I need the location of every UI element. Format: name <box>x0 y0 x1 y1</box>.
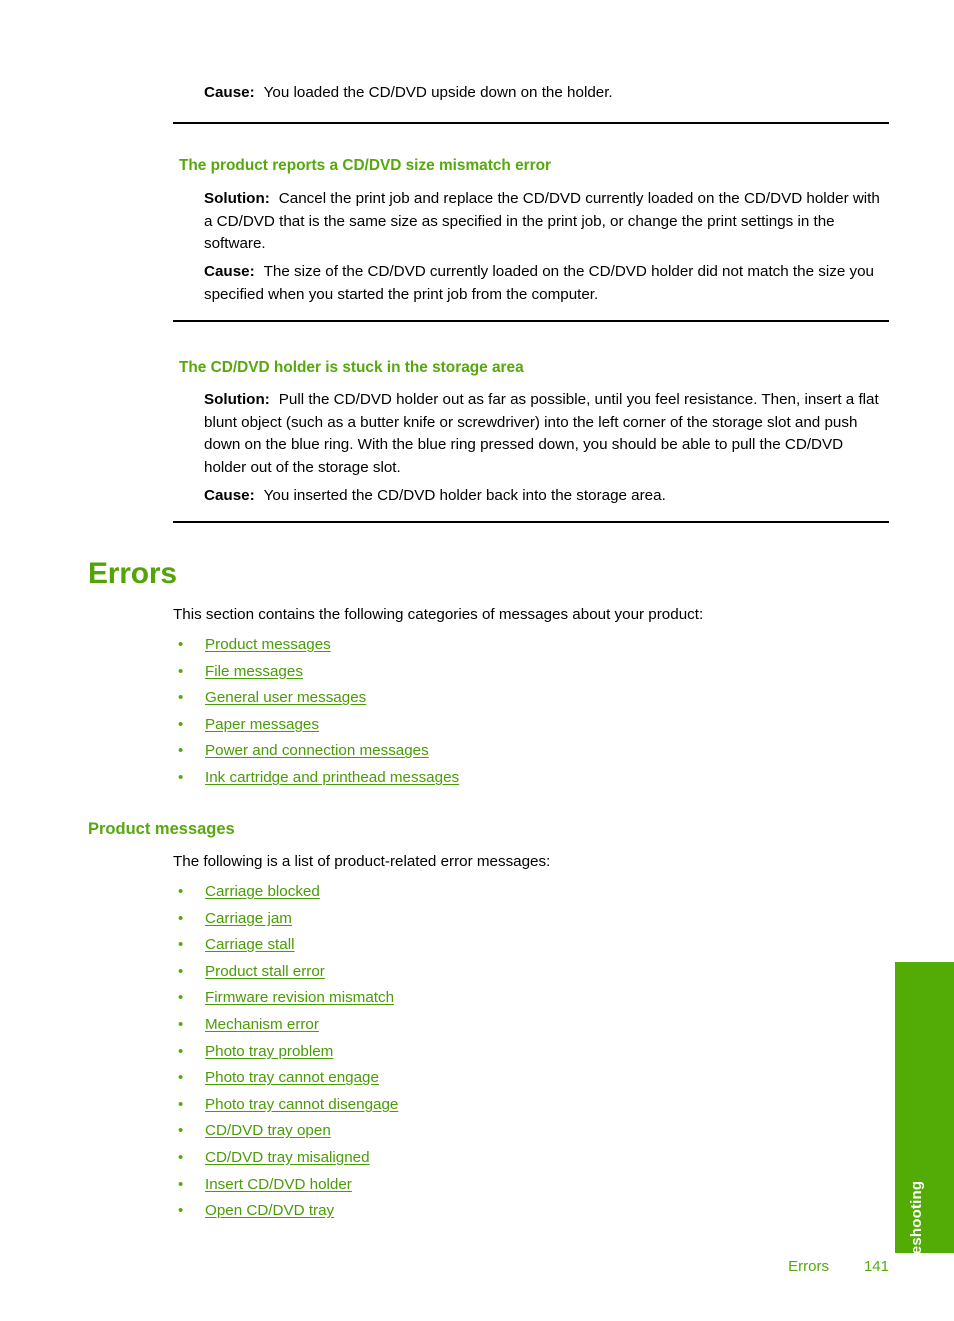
link-file-messages[interactable]: File messages <box>205 659 303 686</box>
size-mismatch-solution: Solution: Cancel the print job and replac… <box>204 188 886 256</box>
size-mismatch-cause: Cause: The size of the CD/DVD currently l… <box>204 261 886 306</box>
heading-product-messages: Product messages <box>88 820 235 838</box>
bullet-icon: • <box>178 936 184 954</box>
link-photo-tray-cannot-engage[interactable]: Photo tray cannot engage <box>205 1065 379 1092</box>
heading-holder-stuck: The CD/DVD holder is stuck in the storag… <box>179 359 524 376</box>
link-photo-tray-cannot-disengage[interactable]: Photo tray cannot disengage <box>205 1092 398 1119</box>
bullet-icon: • <box>178 1202 184 1220</box>
page-footer: Errors 141 <box>0 1258 889 1275</box>
cause-label: Cause: <box>204 487 255 504</box>
section-divider-3 <box>173 521 889 523</box>
link-photo-tray-problem[interactable]: Photo tray problem <box>205 1039 333 1066</box>
bullet-icon: • <box>178 768 184 786</box>
bullet-icon: • <box>178 1015 184 1033</box>
link-product-stall-error[interactable]: Product stall error <box>205 959 325 986</box>
solution-label: Solution: <box>204 190 270 207</box>
top-cause-paragraph: Cause: You loaded the CD/DVD upside down … <box>204 82 894 105</box>
link-carriage-stall[interactable]: Carriage stall <box>205 932 294 959</box>
holder-stuck-solution: Solution: Pull the CD/DVD holder out as f… <box>204 389 888 479</box>
heading-size-mismatch: The product reports a CD/DVD size mismat… <box>179 157 552 174</box>
bullet-icon: • <box>178 742 184 760</box>
bullet-icon: • <box>178 662 184 680</box>
link-firmware-revision-mismatch[interactable]: Firmware revision mismatch <box>205 985 394 1012</box>
bullet-icon: • <box>178 1122 184 1140</box>
page-title: Errors <box>88 557 177 590</box>
chapter-side-tab-label: Troubleshooting <box>907 1180 925 1302</box>
section-divider-1 <box>173 122 889 124</box>
link-cd-dvd-tray-misaligned[interactable]: CD/DVD tray misaligned <box>205 1145 370 1172</box>
bullet-icon: • <box>178 636 184 653</box>
solution-text: Cancel the print job and replace the CD/… <box>204 190 880 253</box>
footer-section-label: Errors <box>788 1258 829 1275</box>
holder-stuck-cause: Cause: You inserted the CD/DVD holder bac… <box>204 485 888 508</box>
bullet-icon: • <box>178 715 184 733</box>
link-open-cd-dvd-tray[interactable]: Open CD/DVD tray <box>205 1198 334 1225</box>
bullet-icon: • <box>178 1175 184 1193</box>
document-page: Cause: You loaded the CD/DVD upside down … <box>0 0 954 1321</box>
link-power-and-connection-messages[interactable]: Power and connection messages <box>205 738 429 765</box>
link-cd-dvd-tray-open[interactable]: CD/DVD tray open <box>205 1118 331 1145</box>
bullet-icon: • <box>178 1069 184 1087</box>
section-divider-2 <box>173 320 889 322</box>
solution-label: Solution: <box>204 391 270 408</box>
link-product-messages[interactable]: Product messages <box>205 632 331 659</box>
link-carriage-jam[interactable]: Carriage jam <box>205 906 292 933</box>
link-general-user-messages[interactable]: General user messages <box>205 685 366 712</box>
bullet-icon: • <box>178 1042 184 1060</box>
link-carriage-blocked[interactable]: Carriage blocked <box>205 879 320 906</box>
bullet-icon: • <box>178 909 184 927</box>
link-ink-cartridge-and-printhead-messages[interactable]: Ink cartridge and printhead messages <box>205 765 459 792</box>
bullet-icon: • <box>178 962 184 980</box>
bullet-icon: • <box>178 883 184 900</box>
bullet-icon: • <box>178 1148 184 1166</box>
cause-label: Cause: <box>204 84 255 101</box>
link-insert-cd-dvd-holder[interactable]: Insert CD/DVD holder <box>205 1172 352 1199</box>
bullet-icon: • <box>178 689 184 707</box>
bullet-icon: • <box>178 1095 184 1113</box>
solution-text: Pull the CD/DVD holder out as far as pos… <box>204 391 879 476</box>
bullet-icon: • <box>178 989 184 1007</box>
cause-text: You inserted the CD/DVD holder back into… <box>263 487 666 504</box>
footer-page-number: 141 <box>863 1258 889 1275</box>
errors-intro: This section contains the following cate… <box>173 606 704 623</box>
link-mechanism-error[interactable]: Mechanism error <box>205 1012 319 1039</box>
chapter-side-tab: Troubleshooting <box>895 962 954 1301</box>
link-paper-messages[interactable]: Paper messages <box>205 712 319 739</box>
cause-label: Cause: <box>204 263 255 280</box>
cause-text: The size of the CD/DVD currently loaded … <box>204 263 874 303</box>
product-messages-intro: The following is a list of product-relat… <box>173 853 551 870</box>
cause-text: You loaded the CD/DVD upside down on the… <box>263 84 613 101</box>
